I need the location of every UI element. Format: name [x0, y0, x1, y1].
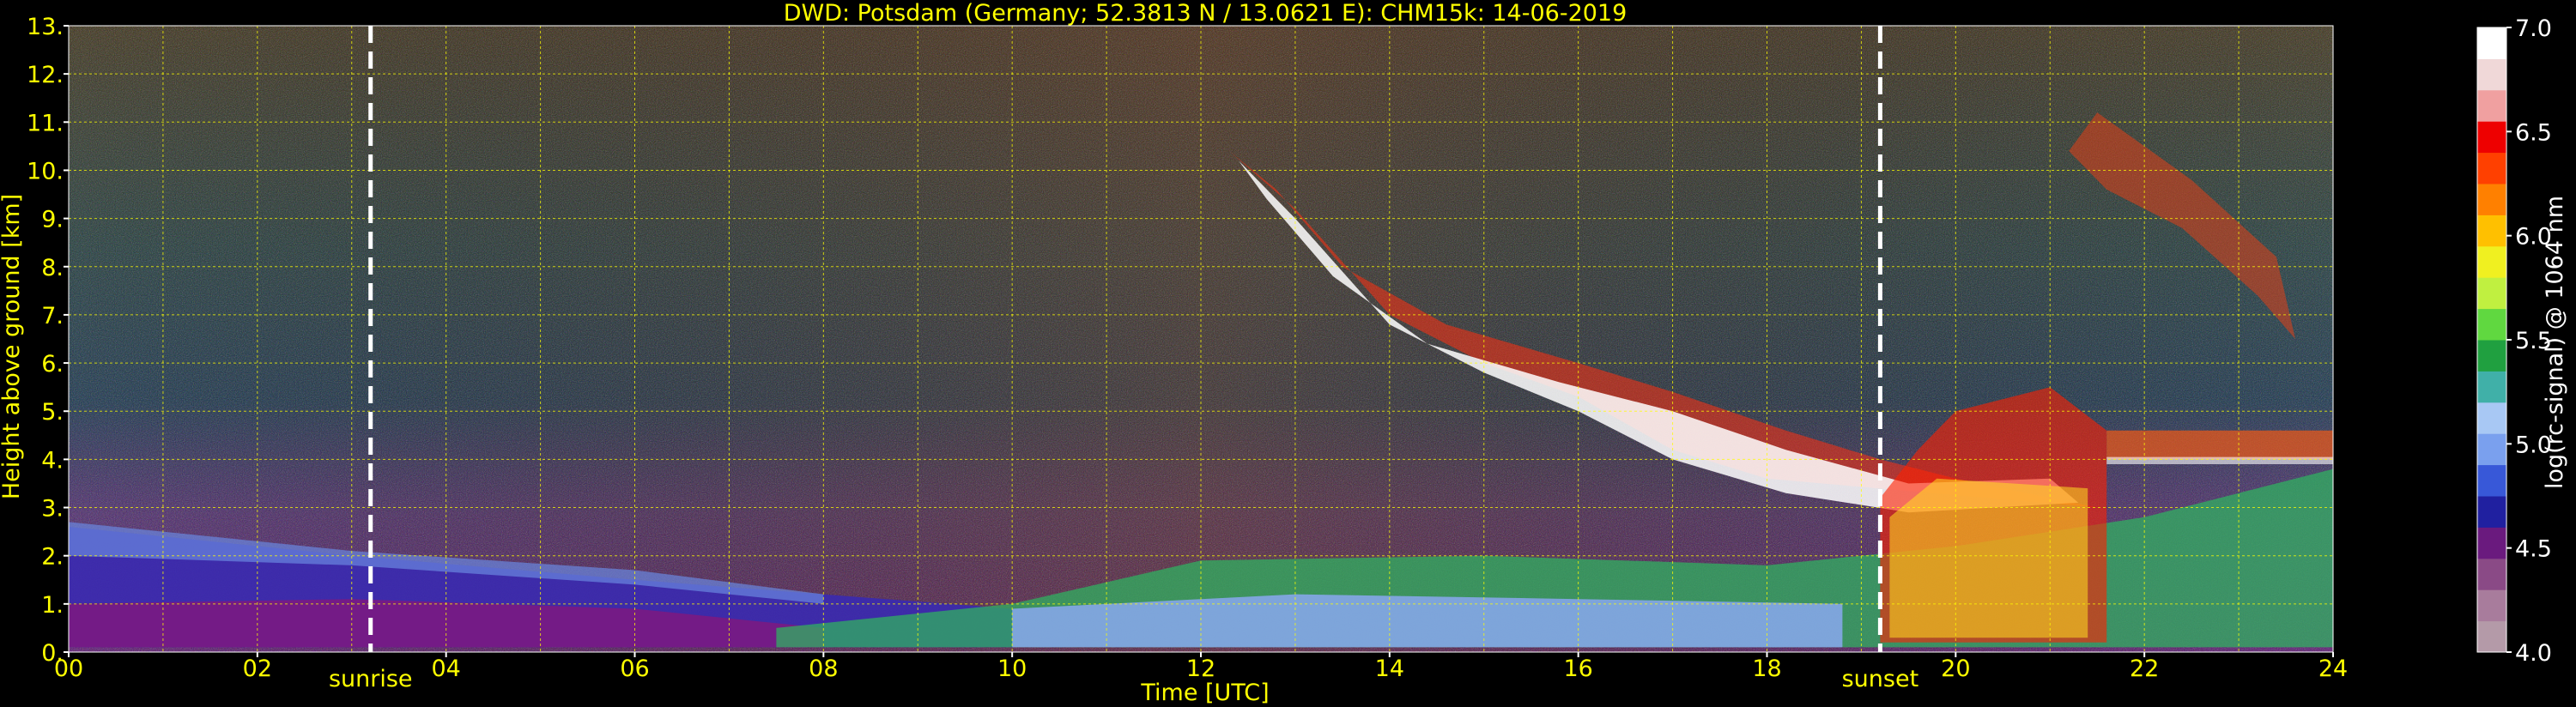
colorbar-tick-label: 6.5 — [2515, 119, 2552, 146]
x-axis-label: Time [UTC] — [1140, 680, 1269, 706]
colorbar-segment — [2477, 464, 2506, 497]
colorbar-segment — [2477, 277, 2506, 310]
colorbar — [2476, 27, 2507, 653]
x-tick-label: 18 — [1752, 656, 1781, 682]
colorbar-segment — [2477, 152, 2506, 184]
y-axis-label: Height above ground [km] — [0, 194, 25, 499]
colorbar-segment — [2477, 27, 2506, 59]
colorbar-tick-label: 4.0 — [2515, 640, 2552, 667]
colorbar-segment — [2477, 58, 2506, 91]
y-tick-label: 12. — [27, 62, 64, 88]
cloud-layer — [2106, 430, 2333, 460]
x-tick-label: 12 — [1186, 656, 1215, 682]
x-tick-label: 22 — [2130, 656, 2159, 682]
y-tick-label: 5. — [41, 399, 64, 426]
colorbar-tick-label: 4.5 — [2515, 536, 2552, 563]
colorbar-segment — [2477, 402, 2506, 434]
x-tick-label: 14 — [1375, 656, 1404, 682]
y-tick-label: 11. — [27, 110, 64, 136]
colorbar-segment — [2477, 121, 2506, 154]
y-tick-label: 1. — [41, 592, 64, 619]
colorbar-segment — [2477, 89, 2506, 122]
ceilometer-chart: 00 02 04 06 08 10 12 14 16 18 20 22 24 0.1.2.3.4.5.6… — [0, 0, 2568, 706]
y-tick-label: 2. — [41, 544, 64, 571]
y-tick-label: 7. — [41, 303, 64, 329]
y-tick-label: 8. — [41, 255, 64, 281]
colorbar-segment — [2477, 589, 2506, 622]
y-tick-label: 0. — [41, 640, 64, 667]
colorbar-segment — [2477, 340, 2506, 372]
colorbar-segment — [2477, 433, 2506, 466]
colorbar-segment — [2477, 371, 2506, 403]
colorbar-segment — [2477, 215, 2506, 247]
y-tick-label: 4. — [41, 447, 64, 474]
colorbar-segment — [2477, 620, 2506, 653]
x-tick-label: 10 — [997, 656, 1027, 682]
colorbar-segment — [2477, 558, 2506, 590]
colorbar-label: log(rc-signal) @ 1064 nm — [2542, 196, 2568, 489]
annotation-label: sunrise — [329, 666, 413, 692]
annotation-label: sunset — [1842, 666, 1919, 692]
x-tick-label: 20 — [1941, 656, 1970, 682]
colorbar-tick-label: 7.0 — [2515, 15, 2552, 42]
x-tick-label: 16 — [1563, 656, 1592, 682]
chart-title: DWD: Potsdam (Germany; 52.3813 N / 13.06… — [784, 0, 1627, 27]
y-tick-label: 10. — [27, 158, 64, 184]
x-tick-label: 06 — [620, 656, 649, 682]
y-tick-label: 3. — [41, 496, 64, 523]
colorbar-segment — [2477, 496, 2506, 528]
low-cloud-core — [1889, 478, 2088, 638]
annotation-labels: sunrise sunset — [329, 666, 1918, 692]
x-tick-label: 08 — [809, 656, 838, 682]
y-tick-label: 13. — [27, 14, 64, 40]
colorbar-segment — [2477, 245, 2506, 278]
x-tick-label: 04 — [431, 656, 460, 682]
cloud-layer-edge — [2106, 456, 2333, 464]
x-tick-label: 24 — [2318, 656, 2348, 682]
colorbar-segment — [2477, 308, 2506, 341]
y-tick-label: 9. — [41, 207, 64, 233]
y-tick-label: 6. — [41, 351, 64, 378]
x-tick-label: 02 — [243, 656, 272, 682]
colorbar-segment — [2477, 184, 2506, 215]
colorbar-segment — [2477, 527, 2506, 559]
y-axis-ticks: 0. 1. 2. 3. 4. 5. 6. 7. 8. 9. 10. 11. 12. 13. — [27, 14, 69, 667]
